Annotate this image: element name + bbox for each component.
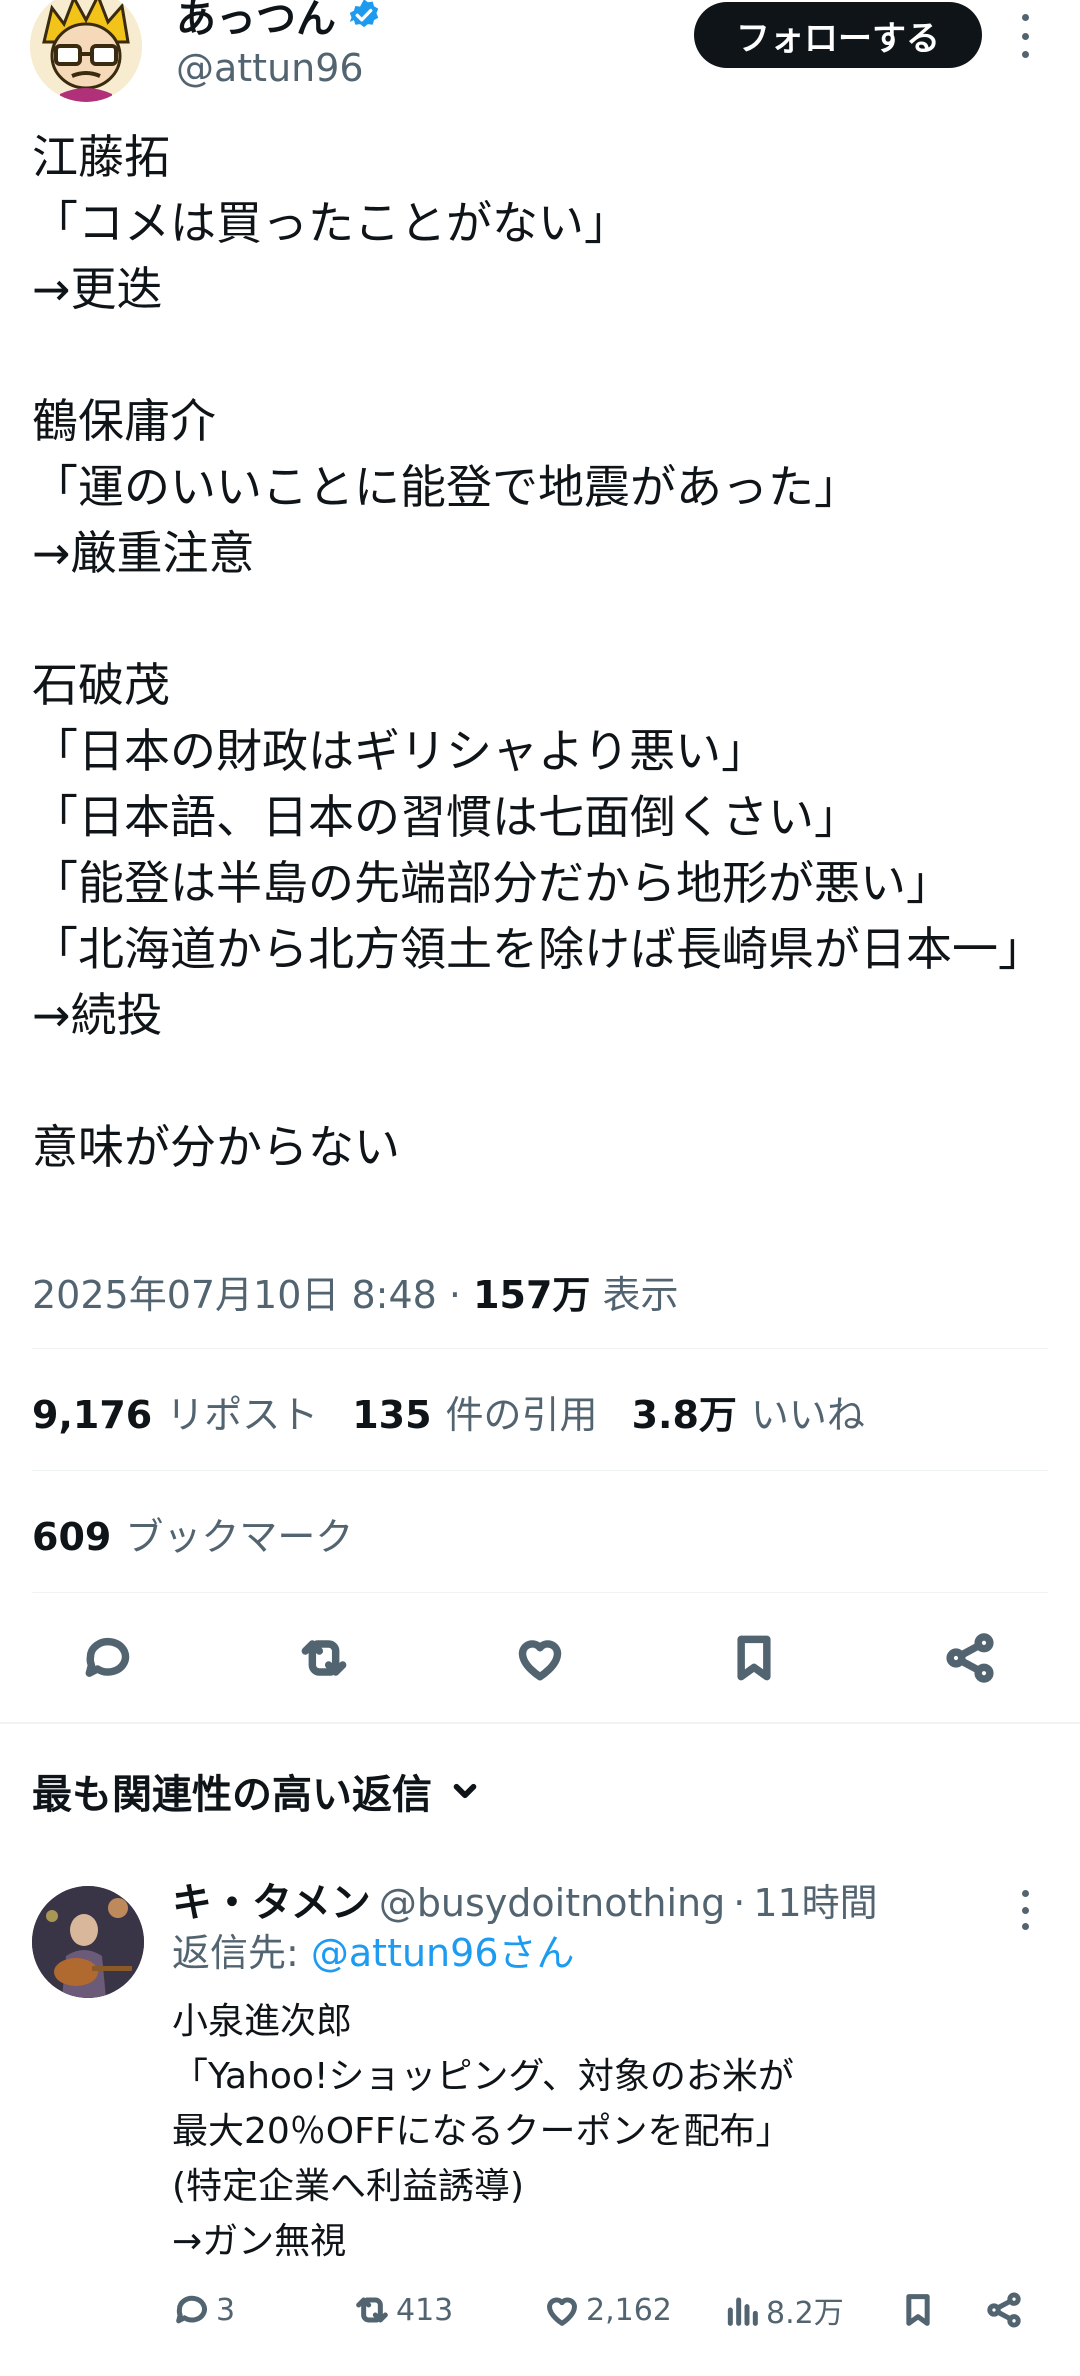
reply-text: 小泉進次郎 「Yahoo!ショッピング、対象のお米が 最大20％OFFになるクー… — [172, 1994, 1032, 2269]
tweet-line: 「日本語、日本の習慣は七面倒くさい」 — [32, 790, 860, 844]
repost-icon — [301, 1640, 347, 1676]
reply-reply-button[interactable]: 3 — [172, 2280, 235, 2340]
tweet-line: 鶴保庸介 — [32, 394, 216, 448]
tweet-line: 石破茂 — [32, 658, 170, 712]
reply-likes-count: 2,162 — [586, 2292, 672, 2328]
reposts-stat[interactable]: 9,176 リポスト — [32, 1384, 318, 1439]
reply-more-options-icon[interactable] — [1010, 1890, 1040, 1930]
reply-views-button[interactable]: 8.2万 — [722, 2280, 844, 2340]
reposts-count: 9,176 — [32, 1393, 153, 1437]
tweet-text: 江藤拓 「コメは買ったことがない」 →更迭 鶴保庸介 「運のいいことに能登で地震… — [32, 124, 1052, 1180]
reply-to-prefix: 返信先: — [172, 1931, 311, 1975]
tweet-line: 「運のいいことに能登で地震があった」 — [32, 460, 860, 514]
heart-icon — [518, 1640, 562, 1681]
repost-icon — [356, 2297, 388, 2323]
reply-bookmark-button[interactable] — [898, 2280, 938, 2340]
follow-button[interactable]: フォローする — [694, 2, 982, 68]
meta-separator: · — [448, 1273, 462, 1317]
reply-button[interactable] — [70, 1620, 146, 1696]
replies-sort-dropdown[interactable]: 最も関連性の高い返信 — [32, 1762, 482, 1820]
bookmarks-stat[interactable]: 609 ブックマーク — [32, 1506, 353, 1561]
like-button[interactable] — [502, 1620, 578, 1696]
reply-repost-button[interactable]: 413 — [352, 2280, 453, 2340]
reply-icon — [176, 2295, 207, 2324]
author-avatar[interactable] — [30, 0, 142, 102]
reply-line: 小泉進次郎 — [172, 2001, 353, 2042]
tweet-line — [32, 586, 1052, 652]
quotes-count: 135 — [352, 1393, 432, 1437]
heart-icon — [547, 2297, 577, 2326]
tweet-line: 意味が分からない — [32, 1120, 400, 1174]
avatar-illustration — [30, 0, 142, 102]
bookmarks-label: ブックマーク — [125, 1515, 354, 1559]
reply-separator: · — [733, 1881, 746, 1925]
reposts-label: リポスト — [166, 1393, 319, 1437]
reply-line: →ガン無視 — [172, 2221, 347, 2262]
bookmark-button[interactable] — [716, 1620, 792, 1696]
reply-action-bar: 3 413 2,162 8.2万 — [172, 2280, 1052, 2340]
divider — [32, 1470, 1048, 1471]
bookmark-icon — [737, 1635, 771, 1681]
views-label: 表示 — [602, 1273, 679, 1317]
reply-replies-count: 3 — [216, 2292, 236, 2328]
share-icon — [946, 1633, 994, 1683]
share-button[interactable] — [932, 1620, 1008, 1696]
reply-time[interactable]: 11時間 — [753, 1872, 877, 1927]
reply-icon — [85, 1637, 130, 1677]
likes-stat[interactable]: 3.8万 いいね — [632, 1384, 865, 1439]
reply-line: 「Yahoo!ショッピング、対象のお米が — [172, 2056, 794, 2097]
bookmarks-count: 609 — [32, 1515, 112, 1559]
reply-header: キ・タメン @busydoitnothing · 11時間 — [172, 1870, 878, 1928]
reply-like-button[interactable]: 2,162 — [542, 2280, 672, 2340]
engagement-stats: 9,176 リポスト 135 件の引用 3.8万 いいね — [32, 1384, 865, 1439]
reply-line: 最大20％OFFになるクーポンを配布」 — [172, 2111, 792, 2152]
bookmark-icon — [906, 2294, 930, 2326]
reply-line: (特定企業へ利益誘導) — [172, 2166, 525, 2207]
tweet-timestamp[interactable]: 2025年07月10日 8:48 — [32, 1273, 437, 1317]
reply-to: 返信先: @attun96さん — [172, 1922, 575, 1977]
divider — [32, 1592, 1048, 1593]
views-icon — [727, 2297, 758, 2326]
quotes-label: 件の引用 — [445, 1393, 598, 1437]
author-name-text: あっつん — [176, 0, 336, 42]
tweet-line: 「能登は半島の先端部分だから地形が悪い」 — [32, 856, 952, 910]
reply-author-avatar[interactable] — [32, 1886, 144, 1998]
verified-badge-icon — [349, 0, 379, 28]
replies-sort-label: 最も関連性の高い返信 — [32, 1772, 432, 1818]
tweet-line — [32, 322, 1052, 388]
chevron-down-icon — [453, 1783, 477, 1799]
likes-count: 3.8万 — [631, 1393, 737, 1437]
tweet-line — [32, 1048, 1052, 1114]
quotes-stat[interactable]: 135 件の引用 — [352, 1384, 597, 1439]
author-display-name[interactable]: あっつん — [176, 0, 382, 44]
views-count: 157万 — [473, 1273, 591, 1317]
reply-share-button[interactable] — [984, 2280, 1024, 2340]
tweet-line: 「日本の財政はギリシャより悪い」 — [32, 724, 768, 778]
tweet-line: 「北海道から北方領土を除けば長崎県が日本一」 — [32, 922, 1044, 976]
section-divider — [0, 1722, 1080, 1724]
author-handle[interactable]: @attun96 — [176, 46, 364, 90]
reply-to-mention[interactable]: @attun96さん — [311, 1931, 575, 1975]
repost-button[interactable] — [286, 1620, 362, 1696]
tweet-action-bar — [0, 1620, 1080, 1696]
tweet-line: →厳重注意 — [32, 526, 255, 580]
tweet-line: →更迭 — [32, 262, 163, 316]
reply-author-name[interactable]: キ・タメン — [172, 1870, 371, 1928]
tweet-header: あっつん @attun96 フォローする — [0, 0, 1080, 110]
divider — [32, 1348, 1048, 1349]
reply-views-count: 8.2万 — [766, 2296, 844, 2331]
likes-label: いいね — [750, 1393, 865, 1437]
share-icon — [987, 2292, 1021, 2328]
more-options-icon[interactable] — [1010, 14, 1040, 58]
tweet-line: 江藤拓 — [32, 130, 170, 184]
reply-author-handle[interactable]: @busydoitnothing — [379, 1881, 725, 1925]
tweet-line: →続投 — [32, 988, 163, 1042]
avatar-photo — [32, 1886, 144, 1998]
tweet-line: 「コメは買ったことがない」 — [32, 196, 630, 250]
tweet-meta: 2025年07月10日 8:48 · 157万 表示 — [32, 1264, 679, 1319]
reply-reposts-count: 413 — [396, 2292, 454, 2328]
